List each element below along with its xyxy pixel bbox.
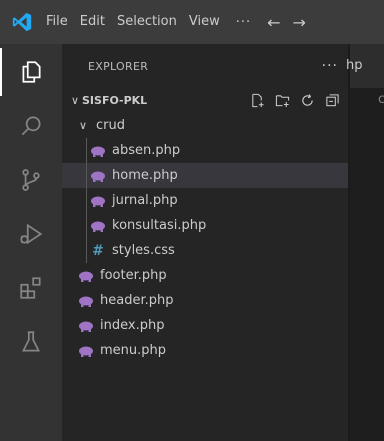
explorer-title: EXPLORER <box>88 59 149 73</box>
indent-guide <box>86 188 87 213</box>
file-name: jurnal.php <box>112 193 178 208</box>
file-row-header[interactable]: header.php <box>62 288 350 313</box>
file-row-absen[interactable]: absen.php <box>62 138 350 163</box>
menu-edit[interactable]: Edit <box>74 0 111 44</box>
menu-file[interactable]: File <box>44 0 74 44</box>
file-row-konsultasi[interactable]: konsultasi.php <box>62 213 350 238</box>
php-elephant-icon <box>91 146 105 157</box>
title-bar: File Edit Selection View ··· ← → <box>0 0 384 44</box>
new-file-icon[interactable] <box>250 93 265 108</box>
explorer-more-button[interactable]: ··· <box>322 58 338 74</box>
php-elephant-icon <box>91 221 105 232</box>
file-name: styles.css <box>112 243 175 258</box>
active-indicator <box>0 48 2 96</box>
collapse-all-icon[interactable] <box>325 93 340 108</box>
activity-bar <box>0 44 62 441</box>
php-elephant-icon <box>79 296 93 307</box>
editor-area[interactable]: hp c <box>346 44 384 441</box>
indent-guide <box>86 213 87 238</box>
file-row-index[interactable]: index.php <box>62 313 350 338</box>
extensions-icon[interactable] <box>0 264 62 312</box>
file-row-jurnal[interactable]: jurnal.php <box>62 188 350 213</box>
editor-tab[interactable]: hp <box>346 44 384 88</box>
explorer-sidebar: EXPLORER ··· ∨ SISFO-PKL ∨ crud absen.ph… <box>62 44 350 441</box>
indent-guide <box>86 163 87 188</box>
file-name: index.php <box>100 318 165 333</box>
project-folder-row[interactable]: ∨ SISFO-PKL <box>62 88 350 113</box>
editor-tab-label: hp <box>346 58 363 73</box>
source-control-icon[interactable] <box>0 156 62 204</box>
folder-name: crud <box>96 118 125 133</box>
file-name: header.php <box>100 293 174 308</box>
testing-icon[interactable] <box>0 318 62 366</box>
menu-view[interactable]: View <box>183 0 226 44</box>
editor-code-fragment: c <box>378 92 384 107</box>
file-name: konsultasi.php <box>112 218 207 233</box>
php-elephant-icon <box>79 271 93 282</box>
file-row-styles[interactable]: # styles.css <box>62 238 350 263</box>
menu-selection[interactable]: Selection <box>111 0 183 44</box>
explorer-icon[interactable] <box>0 48 62 96</box>
css-hash-icon: # <box>92 242 104 259</box>
refresh-icon[interactable] <box>300 93 315 108</box>
indent-guide <box>86 138 87 163</box>
indent-guide <box>86 238 87 263</box>
file-row-footer[interactable]: footer.php <box>62 263 350 288</box>
file-name: menu.php <box>100 343 167 358</box>
php-elephant-icon <box>91 171 105 182</box>
folder-row-crud[interactable]: ∨ crud <box>62 113 350 138</box>
chevron-down-icon: ∨ <box>78 119 88 132</box>
php-elephant-icon <box>79 346 93 357</box>
project-name: SISFO-PKL <box>82 94 148 107</box>
chevron-down-icon: ∨ <box>70 94 80 107</box>
file-row-menu[interactable]: menu.php <box>62 338 350 363</box>
back-arrow-icon[interactable]: ← <box>261 13 286 32</box>
file-name: home.php <box>112 168 178 183</box>
new-folder-icon[interactable] <box>275 93 290 108</box>
run-debug-icon[interactable] <box>0 210 62 258</box>
explorer-header: EXPLORER ··· <box>62 44 350 88</box>
forward-arrow-icon[interactable]: → <box>287 13 312 32</box>
php-elephant-icon <box>91 196 105 207</box>
file-row-home[interactable]: home.php <box>62 163 350 188</box>
search-icon[interactable] <box>0 102 62 150</box>
project-actions <box>250 88 340 113</box>
vscode-logo-icon <box>0 0 44 44</box>
php-elephant-icon <box>79 321 93 332</box>
file-name: absen.php <box>112 143 181 158</box>
file-name: footer.php <box>100 268 167 283</box>
menu-more-button[interactable]: ··· <box>226 15 261 30</box>
